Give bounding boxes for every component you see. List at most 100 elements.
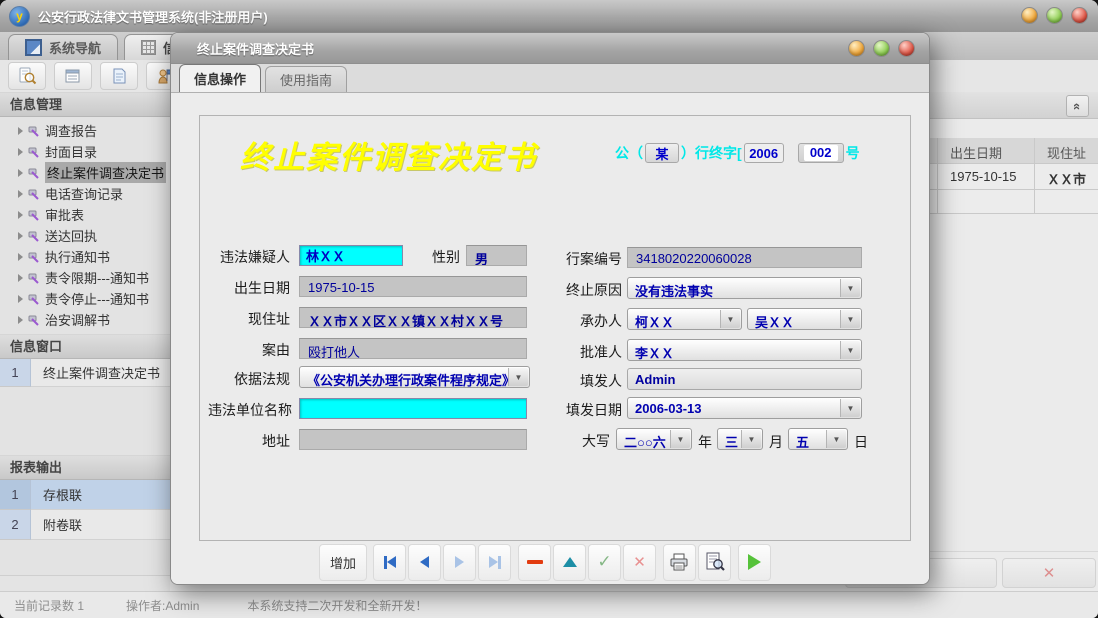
dropdown-arrow-icon[interactable]: ▼ <box>741 430 761 448</box>
expand-arrow-icon[interactable] <box>18 316 23 324</box>
delete-record-button[interactable] <box>518 544 551 581</box>
list-view-button[interactable] <box>54 62 92 90</box>
preview-button[interactable] <box>698 544 731 581</box>
expand-arrow-icon[interactable] <box>18 274 23 282</box>
record-count: 当前记录数 1 <box>14 597 84 614</box>
dropdown-arrow-icon[interactable]: ▼ <box>840 279 860 297</box>
collapse-panel-button[interactable]: « <box>1066 95 1089 117</box>
dialog-tab-user-guide[interactable]: 使用指南 <box>265 66 347 92</box>
form-row: 批准人 李ＸＸ ▼ <box>200 339 864 363</box>
grid-header-birthdate: 出生日期 <box>938 138 1035 164</box>
form-row: 终止原因 没有违法事实 ▼ <box>200 277 864 301</box>
expand-arrow-icon[interactable] <box>18 295 23 303</box>
row-number: 1 <box>0 480 31 510</box>
main-titlebar: y 公安行政法律文书管理系统(非注册用户) <box>0 0 1098 33</box>
background-data-grid: 出生日期 现住址 1975-10-15 ＸＸ市Ｘ <box>930 138 1098 214</box>
edit-record-button[interactable] <box>553 544 586 581</box>
handler-label: 承办人 <box>532 311 622 331</box>
handler2-dropdown[interactable]: 吴ＸＸ ▼ <box>747 308 862 330</box>
year-unit: 年 <box>698 432 712 452</box>
tree-item[interactable]: 治安调解书 <box>0 309 170 330</box>
dropdown-arrow-icon[interactable]: ▼ <box>720 310 740 328</box>
tree-item[interactable]: 封面目录 <box>0 141 170 162</box>
doc-tool-icon <box>28 251 40 263</box>
tree-item-label: 责令限期---通知书 <box>45 268 149 287</box>
grid-header-address: 现住址 <box>1035 138 1098 164</box>
save-record-button[interactable]: ✓ <box>588 544 621 581</box>
background-cancel-button[interactable]: ✕ <box>1002 558 1096 588</box>
doc-tool-icon <box>28 293 40 305</box>
tree-item-label: 治安调解书 <box>45 310 110 329</box>
dialog-maximize-button[interactable] <box>873 40 890 57</box>
grid-data-row[interactable]: 1975-10-15 ＸＸ市Ｘ <box>930 164 1098 190</box>
dialog-tab-info-operation[interactable]: 信息操作 <box>179 64 261 92</box>
doc-number-unit-input[interactable]: 某 <box>645 143 679 163</box>
dialog-minimize-button[interactable] <box>848 40 865 57</box>
dialog-close-button[interactable] <box>898 40 915 57</box>
cancel-record-button[interactable]: ✕ <box>623 544 656 581</box>
tab-label: 系统导航 <box>49 38 101 57</box>
preview-icon <box>704 552 726 572</box>
dropdown-arrow-icon[interactable]: ▼ <box>840 310 860 328</box>
tree-item[interactable]: 执行通知书 <box>0 246 170 267</box>
expand-arrow-icon[interactable] <box>18 211 23 219</box>
edit-icon <box>563 557 577 567</box>
handler1-dropdown[interactable]: 柯ＸＸ ▼ <box>627 308 742 330</box>
dialog-toolbar: 增加 ✓ ✕ <box>319 543 771 581</box>
add-button[interactable]: 增加 <box>319 544 367 581</box>
doc-tool-icon <box>28 314 40 326</box>
fill-date-dropdown[interactable]: 2006-03-13 ▼ <box>627 397 862 419</box>
month-unit: 月 <box>769 432 783 452</box>
next-record-button[interactable] <box>443 544 476 581</box>
tree-item[interactable]: 电话查询记录 <box>0 183 170 204</box>
tree-item[interactable]: 责令停止---通知书 <box>0 288 170 309</box>
tree-item-label: 封面目录 <box>45 142 97 161</box>
report-row-selected[interactable]: 1 存根联 <box>0 480 170 510</box>
day-cn-dropdown[interactable]: 五 ▼ <box>788 428 848 450</box>
document-button[interactable] <box>100 62 138 90</box>
minimize-button[interactable] <box>1021 7 1038 24</box>
close-button[interactable] <box>1071 7 1088 24</box>
report-row[interactable]: 2 附卷联 <box>0 510 170 540</box>
row-label: 终止案件调查决定书 <box>31 359 170 387</box>
dropdown-arrow-icon[interactable]: ▼ <box>840 341 860 359</box>
stop-reason-dropdown[interactable]: 没有违法事实 ▼ <box>627 277 862 299</box>
tree-item[interactable]: 责令限期---通知书 <box>0 267 170 288</box>
form-row: 填发人 Admin <box>200 368 864 392</box>
tab-system-nav[interactable]: 系统导航 <box>8 34 118 60</box>
expand-arrow-icon[interactable] <box>18 232 23 240</box>
expand-arrow-icon[interactable] <box>18 169 23 177</box>
dropdown-arrow-icon[interactable]: ▼ <box>670 430 690 448</box>
dialog-tab-bar: 信息操作 使用指南 <box>171 64 929 93</box>
expand-arrow-icon[interactable] <box>18 148 23 156</box>
dialog-titlebar: 终止案件调查决定书 <box>171 33 929 64</box>
doc-number-year-input[interactable]: 2006 <box>744 143 784 163</box>
filler-label: 填发人 <box>532 371 622 391</box>
run-report-button[interactable] <box>738 544 771 581</box>
print-button[interactable] <box>663 544 696 581</box>
dropdown-arrow-icon[interactable]: ▼ <box>826 430 846 448</box>
expand-arrow-icon[interactable] <box>18 190 23 198</box>
tree-item-label: 终止案件调查决定书 <box>45 162 166 183</box>
tree-item[interactable]: 调查报告 <box>0 120 170 141</box>
section-info-management: 信息管理 <box>0 92 170 117</box>
tree-item-selected[interactable]: 终止案件调查决定书 <box>0 162 170 183</box>
dropdown-arrow-icon[interactable]: ▼ <box>840 399 860 417</box>
info-window-row[interactable]: 1 终止案件调查决定书 <box>0 359 170 387</box>
expand-arrow-icon[interactable] <box>18 127 23 135</box>
tree-item[interactable]: 送达回执 <box>0 225 170 246</box>
tree-item[interactable]: 审批表 <box>0 204 170 225</box>
expand-arrow-icon[interactable] <box>18 253 23 261</box>
doc-number-seq-input[interactable]: 002 <box>798 143 844 163</box>
first-record-button[interactable] <box>373 544 406 581</box>
row-number: 2 <box>0 510 31 540</box>
month-cn-dropdown[interactable]: 三 ▼ <box>717 428 763 450</box>
previous-record-button[interactable] <box>408 544 441 581</box>
year-cn-dropdown[interactable]: 二○○六 ▼ <box>616 428 692 450</box>
row-number: 1 <box>0 359 31 387</box>
doc-tool-icon <box>28 146 40 158</box>
maximize-button[interactable] <box>1046 7 1063 24</box>
search-button[interactable] <box>8 62 46 90</box>
approver-dropdown[interactable]: 李ＸＸ ▼ <box>627 339 862 361</box>
last-record-button[interactable] <box>478 544 511 581</box>
